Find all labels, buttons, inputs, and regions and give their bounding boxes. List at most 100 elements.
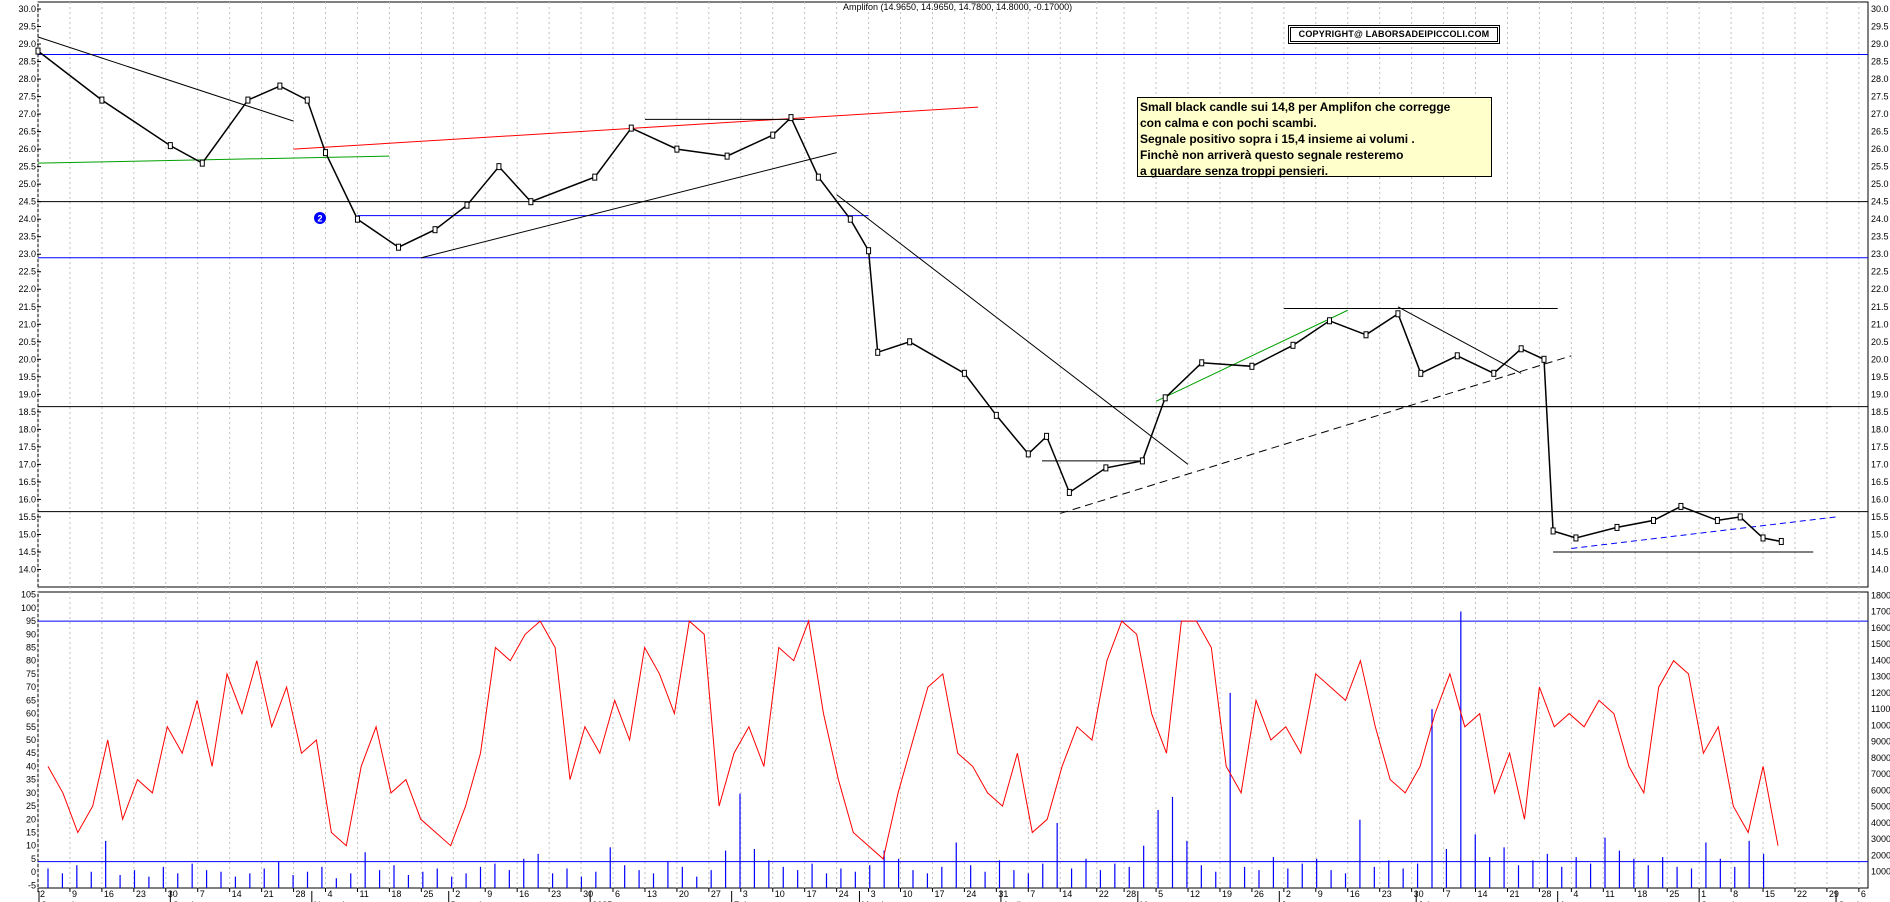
price-y-label-right: 14.0	[1871, 564, 1889, 574]
x-day-label: 5	[1158, 889, 1163, 899]
red-downtrend-line	[293, 106, 979, 150]
price-candle-marker	[1139, 457, 1145, 465]
price-candle-marker	[304, 96, 310, 104]
x-day-label: 30	[583, 889, 593, 899]
price-candle-marker	[1395, 310, 1401, 318]
price-y-label-left: 24.5	[18, 197, 36, 207]
price-y-label-right: 19.0	[1871, 389, 1889, 399]
oscillator-y-label: 25	[26, 801, 36, 811]
price-y-label-left: 20.5	[18, 337, 36, 347]
x-day-label: 12	[1190, 889, 1200, 899]
price-y-label-left: 15.0	[18, 529, 36, 539]
x-day-label: 7	[1446, 889, 1451, 899]
volume-y-label: 9000	[1871, 737, 1890, 747]
oscillator-y-label: 75	[26, 669, 36, 679]
x-day-label: 22	[1797, 889, 1807, 899]
x-day-label: 23	[551, 889, 561, 899]
price-series-line	[37, 50, 1782, 543]
x-day-label: 10	[903, 889, 913, 899]
price-candle-marker	[847, 215, 853, 223]
x-day-label: 19	[1222, 889, 1232, 899]
oscillator-y-label: 40	[26, 761, 36, 771]
price-y-label-left: 19.5	[18, 372, 36, 382]
price-y-label-right: 22.5	[1871, 267, 1889, 277]
price-y-label-right: 25.0	[1871, 179, 1889, 189]
volume-y-label: 14000	[1871, 655, 1890, 665]
price-y-label-right: 15.5	[1871, 512, 1889, 522]
volume-y-label: 17000	[1871, 607, 1890, 617]
price-y-label-right: 29.0	[1871, 39, 1889, 49]
green-level-line	[37, 155, 390, 164]
x-day-label: 6	[615, 889, 620, 899]
price-y-label-left: 18.0	[18, 424, 36, 434]
oscillator-y-label: 90	[26, 629, 36, 639]
x-day-label: 18	[391, 889, 401, 899]
indicator-pane-frame	[37, 591, 1869, 889]
oscillator-y-label: 95	[26, 616, 36, 626]
price-y-label-left: 17.0	[18, 459, 36, 469]
price-candle-marker	[1678, 502, 1684, 510]
price-candle-marker	[396, 243, 402, 251]
price-y-label-left: 29.5	[18, 22, 36, 32]
x-day-label: 6	[1861, 889, 1866, 899]
oscillator-y-label: 5	[31, 854, 36, 864]
price-y-label-left: 23.5	[18, 232, 36, 242]
x-day-label: 30	[1414, 889, 1424, 899]
price-candle-marker	[770, 131, 776, 139]
x-day-label: 14	[1062, 889, 1072, 899]
price-y-label-left: 20.0	[18, 354, 36, 364]
price-candle-marker	[496, 163, 502, 171]
oscillator-y-label: 0	[31, 867, 36, 877]
price-candle-marker	[1249, 362, 1255, 370]
x-day-label: 17	[934, 889, 944, 899]
volume-y-label: 15000	[1871, 639, 1890, 649]
oscillator-y-label: 30	[26, 788, 36, 798]
price-y-label-right: 17.0	[1871, 459, 1889, 469]
price-y-label-right: 28.5	[1871, 57, 1889, 67]
price-y-label-right: 17.5	[1871, 442, 1889, 452]
copyright-badge: COPYRIGHT@ LABORSADEIPICCOLI.COM	[1288, 25, 1500, 44]
price-y-label-left: 30.0	[18, 4, 36, 14]
price-candle-marker	[1199, 359, 1205, 367]
x-day-label: 27	[711, 889, 721, 899]
price-candle-marker	[866, 247, 872, 255]
oscillator-y-label: 105	[21, 590, 36, 600]
x-day-label: 28	[296, 889, 306, 899]
price-y-label-right: 24.5	[1871, 197, 1889, 207]
price-y-label-left: 16.5	[18, 477, 36, 487]
price-candle-marker	[674, 145, 680, 153]
x-day-label: 23	[1382, 889, 1392, 899]
price-y-label-right: 16.0	[1871, 494, 1889, 504]
oscillator-y-label: 50	[26, 735, 36, 745]
x-day-label: 17	[807, 889, 817, 899]
price-candle-marker	[1651, 516, 1657, 524]
price-candle-marker	[1491, 369, 1497, 377]
price-y-label-right: 27.5	[1871, 92, 1889, 102]
price-y-label-right: 24.0	[1871, 214, 1889, 224]
price-candle-marker	[99, 96, 105, 104]
x-day-label: 10	[775, 889, 785, 899]
x-day-label: 26	[1254, 889, 1264, 899]
price-candle-marker	[1326, 317, 1332, 325]
x-day-label: 7	[200, 889, 205, 899]
price-y-label-left: 22.0	[18, 284, 36, 294]
x-day-label: 8	[1733, 889, 1738, 899]
x-day-label: 30	[168, 889, 178, 899]
price-y-label-left: 25.5	[18, 162, 36, 172]
price-y-label-left: 22.5	[18, 267, 36, 277]
x-day-label: 11	[359, 889, 368, 899]
price-y-label-right: 21.0	[1871, 319, 1889, 329]
price-candle-marker	[1044, 432, 1050, 440]
x-day-label: 16	[1350, 889, 1360, 899]
price-y-label-left: 14.0	[18, 564, 36, 574]
price-candle-marker	[1103, 464, 1109, 472]
price-y-label-right: 18.5	[1871, 407, 1889, 417]
volume-y-label: 2000	[1871, 850, 1890, 860]
note-line-5: a guardare senza troppi pensieri.	[1140, 164, 1329, 178]
note-line-1: Small black candle sui 14,8 per Amplifon…	[1140, 100, 1451, 114]
x-day-label: 16	[104, 889, 114, 899]
oscillator-y-label: -5	[28, 880, 36, 890]
price-y-label-left: 27.5	[18, 92, 36, 102]
x-day-label: 3	[743, 889, 748, 899]
price-candle-marker	[1418, 369, 1424, 377]
